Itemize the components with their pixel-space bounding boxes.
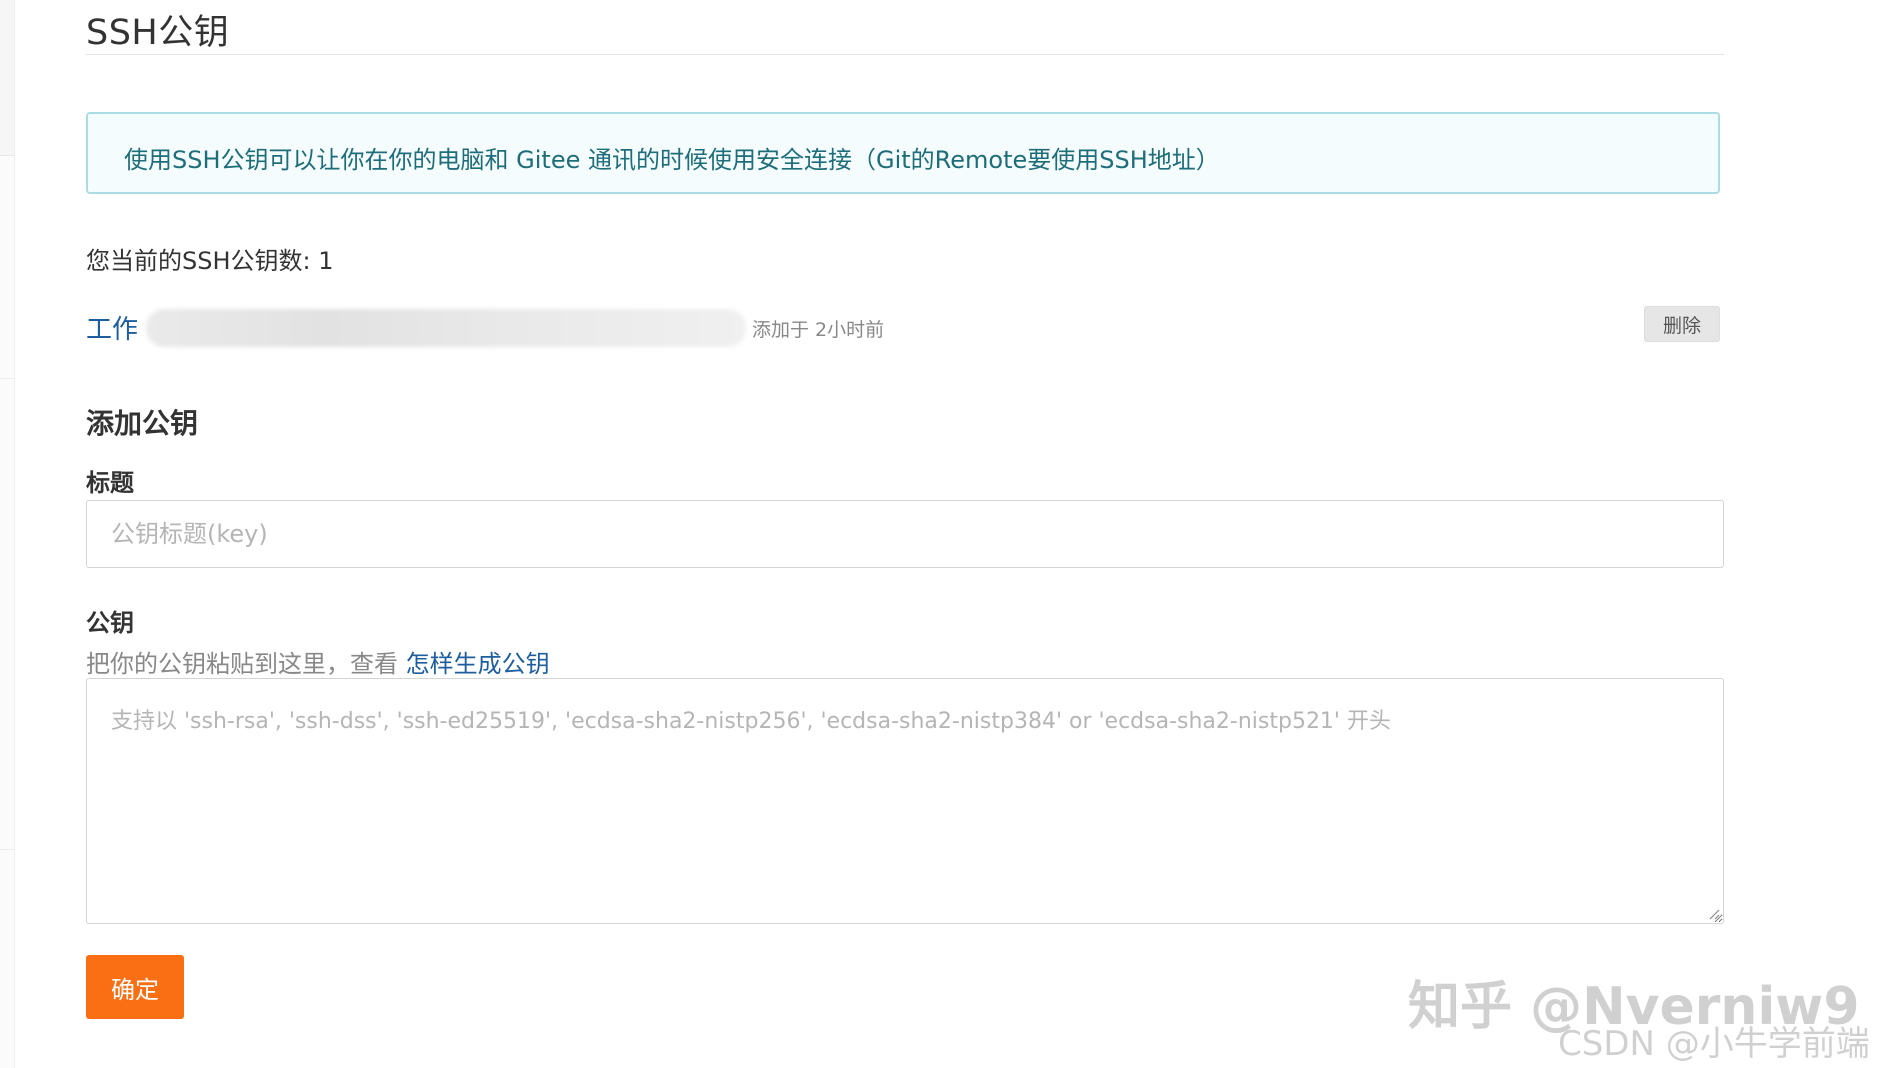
title-divider	[86, 54, 1724, 55]
confirm-button[interactable]: 确定	[86, 955, 184, 1019]
left-sidebar-edge	[0, 0, 15, 1068]
key-fingerprint-blurred	[146, 309, 746, 347]
key-name-link[interactable]: 工作	[86, 309, 138, 346]
public-key-hint: 把你的公钥粘贴到这里，查看 怎样生成公钥	[86, 644, 550, 679]
hint-text: 把你的公钥粘贴到这里，查看	[86, 650, 406, 678]
delete-key-button[interactable]: 删除	[1644, 306, 1720, 342]
watermark-csdn: CSDN @小牛学前端	[1558, 1024, 1870, 1064]
sidebar-segment	[0, 0, 14, 156]
info-alert-text: 使用SSH公钥可以让你在你的电脑和 Gitee 通讯的时候使用安全连接（Git的…	[124, 146, 1220, 174]
sidebar-segment	[0, 378, 14, 850]
ssh-keys-page: SSH公钥 使用SSH公钥可以让你在你的电脑和 Gitee 通讯的时候使用安全连…	[0, 0, 1879, 1068]
public-key-textarea[interactable]	[86, 678, 1724, 924]
page-title: SSH公钥	[86, 13, 230, 53]
add-key-section-title: 添加公钥	[86, 407, 199, 440]
how-to-generate-key-link[interactable]: 怎样生成公钥	[406, 650, 550, 678]
info-alert: 使用SSH公钥可以让你在你的电脑和 Gitee 通讯的时候使用安全连接（Git的…	[86, 112, 1720, 194]
title-label: 标题	[86, 469, 134, 497]
key-title-input[interactable]	[86, 500, 1724, 568]
public-key-label: 公钥	[86, 609, 134, 637]
key-list-item: 工作 添加于 2小时前 删除	[86, 306, 1720, 348]
key-count: 您当前的SSH公钥数: 1	[86, 247, 334, 275]
key-added-time: 添加于 2小时前	[752, 319, 885, 341]
